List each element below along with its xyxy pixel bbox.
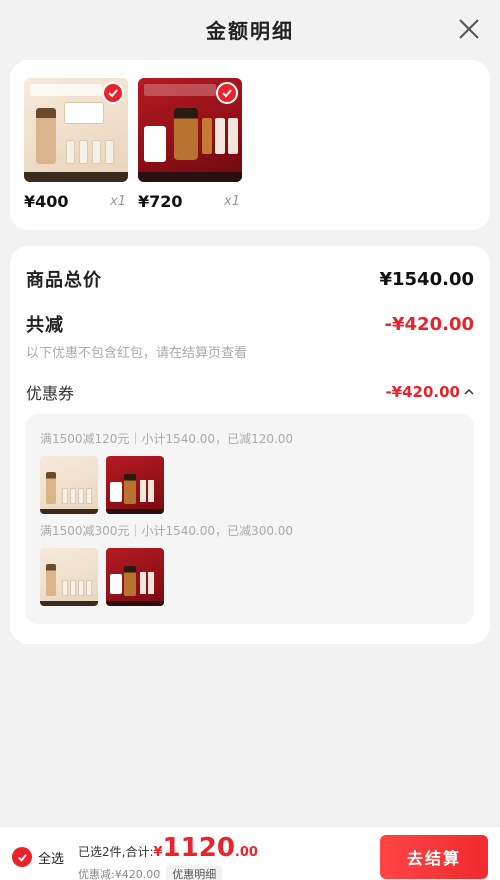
selected-count-text: 已选2件,合计:	[78, 845, 154, 859]
checkbox-checked-icon[interactable]	[12, 847, 32, 867]
product-price: ¥720	[138, 192, 183, 211]
product-item[interactable]: ¥400 x1	[24, 78, 128, 211]
total-amount-decimal: .00	[234, 845, 258, 860]
total-row: 商品总价 ¥1540.00	[26, 266, 474, 292]
product-image	[138, 78, 242, 182]
product-thumbnail	[106, 548, 164, 606]
products-card: ¥400 x1 ¥720 x1	[10, 60, 490, 230]
discount-text: 优惠减:¥420.00	[78, 868, 161, 880]
total-value: ¥1540.00	[379, 268, 474, 290]
select-all-label: 全选	[38, 851, 65, 867]
coupon-label: 优惠券	[26, 384, 75, 403]
discount-label: 共减	[26, 315, 64, 336]
coupon-rule: 满1500减120元｜小计1540.00，已减120.00	[40, 432, 294, 446]
close-icon	[459, 19, 479, 39]
select-all-toggle[interactable]: 全选	[12, 847, 64, 867]
coupon-amount: -¥420.00	[385, 383, 460, 401]
product-quantity: x1	[224, 194, 240, 209]
coupon-details: 满1500减120元｜小计1540.00，已减120.00 满1500减300元…	[26, 414, 474, 624]
coupon-value: -¥420.00	[385, 383, 474, 401]
product-thumbnail	[106, 456, 164, 514]
selected-check-icon	[102, 82, 124, 104]
product-price: ¥400	[24, 192, 69, 211]
total-label: 商品总价	[26, 270, 102, 291]
close-button[interactable]	[456, 16, 482, 42]
product-item[interactable]: ¥720 x1	[138, 78, 242, 211]
selected-check-icon	[216, 82, 238, 104]
total-summary: 已选2件,合计: ¥ 1120 .00	[78, 835, 258, 861]
discount-detail-button[interactable]: 优惠明细	[166, 865, 223, 880]
coupon-products	[40, 548, 164, 606]
coupon-products	[40, 456, 164, 514]
discount-summary: 优惠减:¥420.00 优惠明细	[78, 865, 223, 880]
currency-symbol: ¥	[153, 845, 163, 860]
product-thumbnail	[40, 548, 98, 606]
product-image	[24, 78, 128, 182]
summary-card: 商品总价 ¥1540.00 共减 -¥420.00 以下优惠不包含红包，请在结算…	[10, 246, 490, 644]
checkout-button[interactable]: 去结算	[380, 835, 488, 879]
discount-row: 共减 -¥420.00	[26, 311, 474, 337]
coupon-row[interactable]: 优惠券 -¥420.00	[26, 380, 474, 404]
product-thumbnail	[40, 456, 98, 514]
header: 金额明细	[0, 0, 500, 58]
page-title: 金额明细	[206, 18, 294, 43]
chevron-up-icon[interactable]	[464, 387, 474, 397]
checkout-bar: 全选 已选2件,合计: ¥ 1120 .00 优惠减:¥420.00 优惠明细 …	[0, 826, 500, 880]
product-quantity: x1	[110, 194, 126, 209]
coupon-rule: 满1500减300元｜小计1540.00，已减300.00	[40, 524, 294, 538]
total-amount-integer: 1120	[162, 833, 235, 863]
discount-note: 以下优惠不包含红包，请在结算页查看	[26, 346, 248, 361]
discount-value: -¥420.00	[384, 313, 474, 335]
